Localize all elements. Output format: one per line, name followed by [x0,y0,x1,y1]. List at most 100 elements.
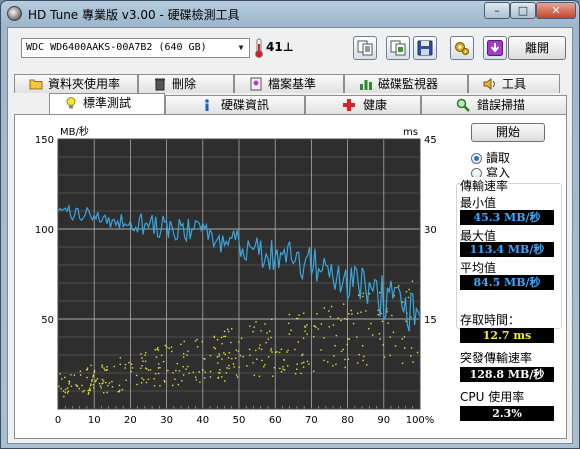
access-time-point [296,317,298,320]
access-time-point [91,380,93,382]
access-time-point [216,356,219,358]
access-time-point [370,322,372,325]
access-time-point [195,379,198,381]
tab-disk-monitor[interactable]: 磁碟監視器 [344,74,468,93]
start-button[interactable]: 開始 [471,123,545,142]
access-time-point [167,369,169,372]
x-tick-label: 30 [160,415,173,426]
access-time-point [334,345,336,347]
access-time-point [344,358,346,361]
x-tick-label: 90 [377,415,390,426]
access-time-point [101,382,103,385]
access-time-point [315,326,317,328]
access-time-point [87,393,90,395]
access-time-point [302,366,305,368]
maximize-button[interactable]: □ [510,2,536,19]
access-time-point [157,347,159,349]
access-time-point [68,383,70,385]
access-time-point [282,368,284,371]
copy-text-button[interactable] [353,36,377,60]
access-time-point [113,365,116,368]
title-bar[interactable]: HD Tune 專業版 v3.00 - 硬碟檢測工具 – □ ✕ [1,1,579,27]
tab-benchmark[interactable]: 標準測試 [49,93,165,114]
access-time-point [177,383,180,386]
access-time-point [204,371,206,374]
save-button[interactable] [413,36,437,60]
access-time-point [323,307,326,309]
access-time-point [204,358,206,360]
access-time-point [401,338,404,340]
access-time-point [360,311,362,313]
access-time-point [405,291,408,293]
tab-erase[interactable]: 刪除 [138,74,234,93]
access-time-point [342,348,344,351]
access-time-point [171,384,174,387]
copy-screenshot-button[interactable] [386,36,410,60]
access-time-point [194,376,197,378]
access-time-point [235,374,238,376]
tab-file-benchmark[interactable]: 檔案基準 [234,74,344,93]
access-time-point [202,369,204,372]
read-radio[interactable]: 讀取 [471,151,561,166]
tab-error-scan[interactable]: 錯誤掃描 [421,95,567,114]
access-time-point [332,324,335,326]
access-time-point [362,359,364,362]
access-time-point [73,374,76,376]
benchmark-bulb-icon [66,97,76,109]
exit-button[interactable]: 離開 [508,36,566,60]
access-time-point [79,370,82,372]
access-time-point [274,351,277,354]
access-time-point [382,344,384,346]
access-time-point [379,338,381,340]
access-time-point [283,369,286,371]
cpu-usage-value: 2.3% [460,406,554,421]
access-time-point [271,375,274,377]
access-time-point [166,346,168,348]
access-time-point [242,356,244,358]
access-time-point [303,312,305,314]
access-time-point [90,383,92,385]
temperature-value: 41 [266,40,283,54]
access-time-point [111,386,114,388]
access-time-point [118,384,121,387]
options-button[interactable] [450,36,474,60]
tab-folder-usage[interactable]: 資料夾使用率 [14,74,138,93]
access-time-point [237,350,240,352]
access-time-point [90,364,92,367]
tab-tools[interactable]: 工具 [468,74,560,93]
access-time-point [290,329,292,332]
access-time-point [66,387,69,389]
access-time-point [313,370,315,373]
drive-dropdown[interactable]: WDC WD6400AAKS-00A7B2 (640 GB) ▼ [21,38,250,58]
access-time-point [157,367,160,369]
magnifier-icon [456,98,470,112]
access-time-point [176,362,179,365]
min-label: 最小值 [460,194,497,211]
access-time-point [401,362,404,365]
access-time-point [198,371,200,373]
access-time-point [64,388,67,390]
access-time-point [62,390,65,392]
transfer-rate-label: 傳輸速率 [460,177,509,194]
access-time-point [301,362,303,365]
minimize-button[interactable]: – [484,2,510,19]
access-time-point [149,369,152,371]
y-tick-label-right: 30 [424,225,437,236]
access-time-point [141,364,143,367]
tab-health[interactable]: 健康 [305,95,421,114]
benchmark-chart: 0 10 20 30 40 50 60 70 80 90 100% 150 100 50 45 30 15 MB/… [35,125,437,426]
download-button[interactable] [483,36,507,60]
access-time-point [253,374,256,376]
access-time-point [59,373,61,375]
access-time-point [337,317,339,319]
tab-label: 健康 [363,98,388,112]
tab-label: 錯誤掃描 [477,98,526,112]
tab-drive-info[interactable]: 硬碟資訊 [165,95,305,114]
access-time-point [104,369,106,371]
access-time-point [279,367,281,370]
access-time-point [347,338,349,340]
x-tick-label: 80 [341,415,354,426]
access-time-point [141,377,143,379]
close-button[interactable]: ✕ [536,2,576,19]
access-time-point [224,335,227,338]
